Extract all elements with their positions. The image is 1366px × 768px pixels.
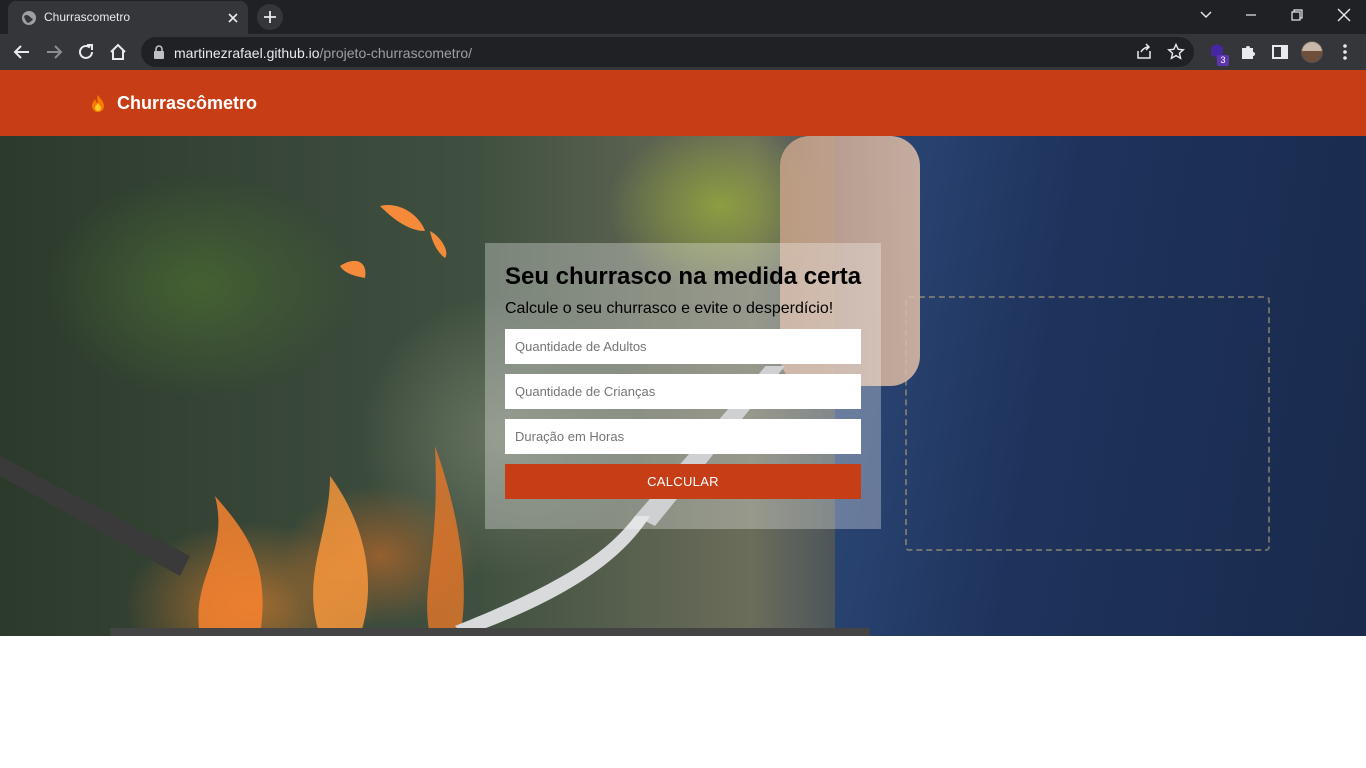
close-icon bbox=[1337, 8, 1351, 22]
menu-dots-icon[interactable] bbox=[1335, 42, 1355, 62]
forward-arrow-icon[interactable] bbox=[44, 42, 64, 62]
page-title: Seu churrasco na medida certa bbox=[505, 263, 862, 290]
calculator-card: Seu churrasco na medida certa Calcule o … bbox=[485, 243, 881, 529]
tab-title: Churrascometro bbox=[44, 10, 131, 24]
lock-icon[interactable] bbox=[153, 45, 165, 59]
hero-banner: Seu churrasco na medida certa Calcule o … bbox=[0, 136, 1366, 636]
address-bar[interactable]: martinezrafael.github.io/projeto-churras… bbox=[141, 37, 1194, 67]
plus-icon bbox=[264, 11, 276, 23]
tab-search-button[interactable] bbox=[1182, 0, 1228, 32]
share-icon[interactable] bbox=[1135, 43, 1153, 61]
reload-icon[interactable] bbox=[76, 42, 96, 62]
url-path: /projeto-churrascometro/ bbox=[319, 45, 473, 61]
restore-button[interactable] bbox=[1274, 0, 1320, 32]
minimize-icon bbox=[1246, 14, 1256, 16]
avatar[interactable] bbox=[1301, 41, 1323, 63]
browser-tab-strip: Churrascometro bbox=[0, 0, 1366, 34]
restore-icon bbox=[1291, 9, 1303, 21]
page-content: Churrascômetro Seu churrasco na medida c… bbox=[0, 70, 1366, 768]
page-subtitle: Calcule o seu churrasco e evite o desper… bbox=[505, 300, 834, 317]
browser-toolbar: martinezrafael.github.io/projeto-churras… bbox=[0, 34, 1366, 70]
calculate-button[interactable]: CALCULAR bbox=[505, 464, 861, 499]
children-input[interactable] bbox=[505, 374, 861, 409]
bookmark-star-icon[interactable] bbox=[1167, 43, 1185, 61]
new-tab-button[interactable] bbox=[257, 4, 283, 30]
url-text[interactable]: martinezrafael.github.io/projeto-churras… bbox=[174, 45, 472, 61]
puzzle-icon[interactable] bbox=[1238, 42, 1258, 62]
hero-grill-graphic bbox=[110, 628, 870, 636]
home-icon[interactable] bbox=[108, 42, 128, 62]
extension-badge: 3 bbox=[1217, 55, 1229, 66]
chevron-down-icon bbox=[1200, 11, 1212, 18]
site-header: Churrascômetro bbox=[0, 70, 1366, 136]
minimize-button[interactable] bbox=[1228, 0, 1274, 32]
close-tab-icon[interactable] bbox=[225, 10, 241, 26]
side-panel-icon[interactable] bbox=[1270, 42, 1290, 62]
hero-pocket-graphic bbox=[905, 296, 1270, 551]
hours-input[interactable] bbox=[505, 419, 861, 454]
url-host: martinezrafael.github.io bbox=[174, 45, 320, 61]
globe-icon bbox=[22, 11, 36, 25]
close-window-button[interactable] bbox=[1320, 0, 1366, 32]
adults-input[interactable] bbox=[505, 329, 861, 364]
browser-tab[interactable]: Churrascometro bbox=[8, 1, 248, 34]
fire-icon bbox=[92, 95, 104, 112]
back-arrow-icon[interactable] bbox=[12, 42, 32, 62]
brand-logo-text[interactable]: Churrascômetro bbox=[117, 93, 257, 114]
